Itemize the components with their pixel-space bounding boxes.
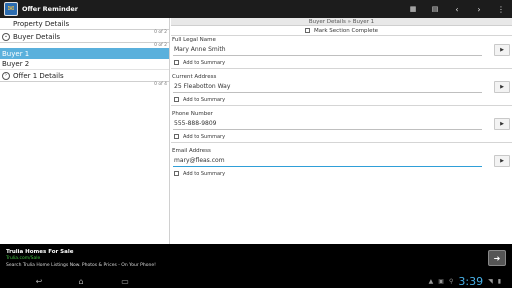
play-icon: ▶ — [500, 84, 504, 90]
breadcrumb: Buyer Details » Buyer 1 — [171, 18, 512, 26]
ad-arrow-button[interactable]: ➜ — [488, 250, 506, 266]
mark-complete-checkbox[interactable] — [305, 28, 310, 33]
section-list-panel: Property Details 0 of 2 ⌄ Buyer Details … — [0, 18, 170, 244]
list-item-buyer-1[interactable]: Buyer 1 — [0, 48, 169, 59]
section-progress-count: 0 of 4 — [154, 82, 167, 87]
overflow-menu-icon[interactable]: ⋮ — [490, 0, 512, 18]
edit-grid-icon[interactable]: ▤ — [424, 0, 446, 18]
input-underline — [173, 92, 482, 93]
ad-title: Trulia Homes For Sale — [6, 249, 74, 255]
android-icon: ▲ — [428, 277, 434, 285]
next-icon[interactable]: › — [468, 0, 490, 18]
app-icon[interactable]: ✉ — [4, 2, 18, 16]
field-label: Email Address — [172, 148, 211, 154]
chevron-down-icon: ⌄ — [2, 32, 10, 41]
field-go-button[interactable]: ▶ — [494, 118, 510, 130]
phone-input[interactable]: 555-888-9809 — [174, 119, 217, 129]
add-to-summary-label: Add to Summary — [183, 170, 226, 177]
section-buyer-details[interactable]: ⌄ Buyer Details — [0, 31, 169, 43]
add-to-summary-checkbox[interactable] — [174, 60, 179, 65]
email-input[interactable]: mary@fleas.com — [174, 156, 225, 166]
bell-icon: ✉ — [7, 4, 15, 13]
status-area: ▲ ▣ ⚲ 3:39 ◥ ▮ — [429, 274, 506, 288]
section-label: Offer 1 Details — [13, 71, 64, 80]
ad-description: Search Trulia Home Listings Now. Photos … — [6, 263, 156, 268]
field-go-button[interactable]: ▶ — [494, 44, 510, 56]
field-label: Current Address — [172, 74, 217, 80]
field-email-address: Email Address mary@fleas.com ▶ Add to Su… — [171, 148, 512, 179]
mark-complete-label: Mark Section Complete — [314, 27, 378, 34]
arrow-right-icon: ➜ — [493, 253, 501, 263]
add-to-summary-row[interactable]: Add to Summary — [171, 168, 512, 179]
add-to-summary-checkbox[interactable] — [174, 171, 179, 176]
battery-icon: ▮ — [497, 277, 501, 285]
address-input[interactable]: 25 Fleabotton Way — [174, 82, 230, 92]
field-label: Phone Number — [172, 111, 213, 117]
add-to-summary-row[interactable]: Add to Summary — [171, 94, 512, 105]
full-name-input[interactable]: Mary Anne Smith — [174, 45, 226, 55]
add-to-summary-checkbox[interactable] — [174, 134, 179, 139]
add-to-summary-label: Add to Summary — [183, 133, 226, 140]
add-to-summary-row[interactable]: Add to Summary — [171, 57, 512, 68]
add-to-summary-row[interactable]: Add to Summary — [171, 131, 512, 142]
system-nav-bar: ↩ ⌂ ▭ ▲ ▣ ⚲ 3:39 ◥ ▮ — [0, 274, 512, 288]
back-icon[interactable]: ↩ — [30, 275, 48, 287]
field-label: Full Legal Name — [172, 37, 216, 43]
add-to-summary-checkbox[interactable] — [174, 97, 179, 102]
home-icon[interactable]: ⌂ — [72, 275, 90, 287]
usb-icon: ⚲ — [448, 277, 454, 285]
recent-apps-icon[interactable]: ▭ — [116, 275, 134, 287]
clock: 3:39 — [458, 274, 484, 288]
chevron-right-icon: › — [2, 71, 10, 80]
previous-icon[interactable]: ‹ — [446, 0, 468, 18]
field-go-button[interactable]: ▶ — [494, 155, 510, 167]
field-phone-number: Phone Number 555-888-9809 ▶ Add to Summa… — [171, 111, 512, 143]
add-to-summary-label: Add to Summary — [183, 59, 226, 66]
input-underline — [173, 129, 482, 130]
play-icon: ▶ — [500, 121, 504, 127]
section-label: Property Details — [13, 19, 70, 28]
wifi-icon: ◥ — [488, 277, 493, 285]
field-full-legal-name: Full Legal Name Mary Anne Smith ▶ Add to… — [171, 37, 512, 69]
add-to-summary-label: Add to Summary — [183, 96, 226, 103]
input-underline-focused — [173, 166, 482, 167]
section-label: Buyer Details — [13, 32, 61, 41]
ad-url: Trulia.com/Sale — [6, 256, 41, 261]
mark-section-complete-row[interactable]: Mark Section Complete — [171, 26, 512, 36]
main-content: Property Details 0 of 2 ⌄ Buyer Details … — [0, 18, 512, 244]
app-title: Offer Reminder — [22, 5, 78, 13]
calculator-icon[interactable]: ▦ — [402, 0, 424, 18]
input-underline — [173, 55, 482, 56]
screenshot-icon: ▣ — [438, 277, 444, 285]
action-bar-buttons: ▦ ▤ ‹ › ⋮ — [402, 0, 512, 18]
play-icon: ▶ — [500, 47, 504, 53]
field-go-button[interactable]: ▶ — [494, 81, 510, 93]
action-bar: ✉ Offer Reminder ▦ ▤ ‹ › ⋮ — [0, 0, 512, 18]
play-icon: ▶ — [500, 158, 504, 164]
section-property-details[interactable]: Property Details — [0, 18, 169, 30]
detail-panel: Buyer Details » Buyer 1 Mark Section Com… — [171, 18, 512, 244]
list-item-buyer-2[interactable]: Buyer 2 — [0, 59, 169, 70]
field-current-address: Current Address 25 Fleabotton Way ▶ Add … — [171, 74, 512, 106]
section-offer-details[interactable]: › Offer 1 Details — [0, 70, 169, 82]
ad-banner[interactable]: Trulia Homes For Sale Trulia.com/Sale Se… — [0, 244, 512, 274]
